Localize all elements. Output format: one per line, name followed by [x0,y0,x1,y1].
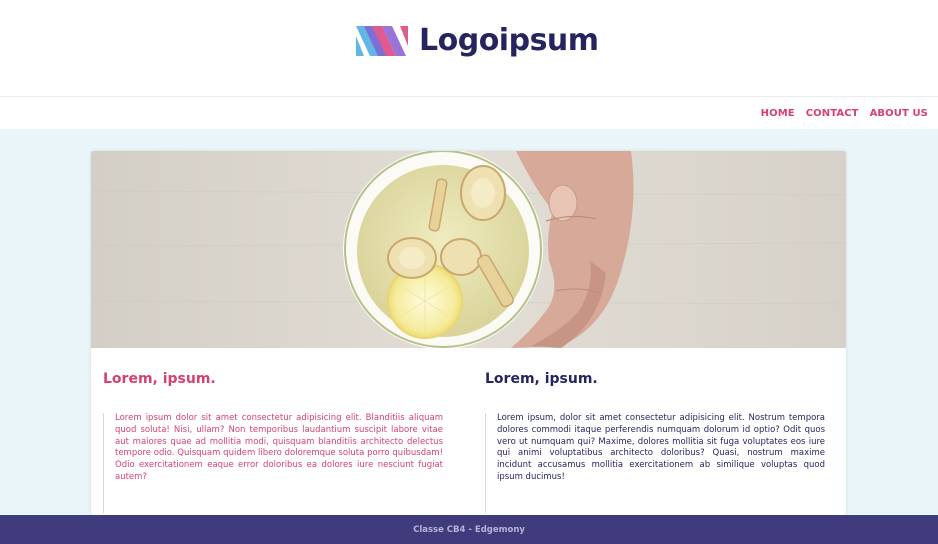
navbar: HOME CONTACT ABOUT US [0,96,938,129]
site-header: Logoipsum [0,0,938,96]
hero-image [91,151,846,348]
right-column-heading: Lorem, ipsum. [485,371,598,387]
logo-text: Logoipsum [419,23,599,58]
left-column-heading: Lorem, ipsum. [103,371,216,387]
site-footer: Classe CB4 - Edgemony [0,515,938,544]
right-column-text: Lorem ipsum, dolor sit amet consectetur … [485,413,825,513]
nav-about-link[interactable]: ABOUT US [870,108,928,119]
nav-contact-link[interactable]: CONTACT [806,108,859,119]
main-nav: HOME CONTACT ABOUT US [761,97,928,130]
logo[interactable]: Logoipsum [356,24,599,58]
footer-text: Classe CB4 - Edgemony [413,524,525,535]
nav-home-link[interactable]: HOME [761,108,795,119]
left-column: Lorem, ipsum. Lorem ipsum dolor sit amet… [103,369,443,513]
left-column-text: Lorem ipsum dolor sit amet consectetur a… [103,413,443,513]
right-column: Lorem, ipsum. Lorem ipsum, dolor sit ame… [485,369,825,513]
logoipsum-stripes-icon [356,26,408,56]
content-card: Lorem, ipsum. Lorem ipsum dolor sit amet… [91,151,846,515]
